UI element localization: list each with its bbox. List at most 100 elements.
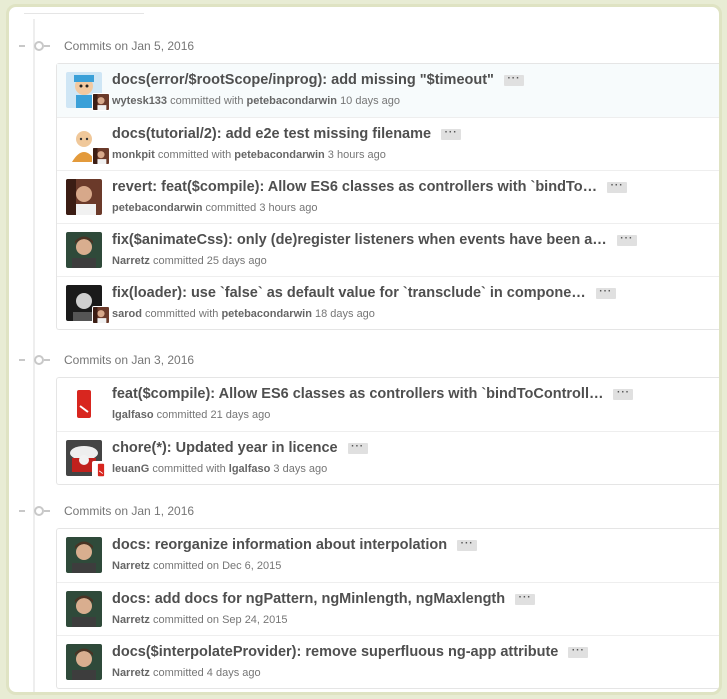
commit-author-link[interactable]: Narretz	[112, 614, 150, 626]
commit-author-link[interactable]: monkpit	[112, 149, 155, 161]
commit-time: Dec 6, 2015	[222, 560, 282, 572]
commit-time: 10 days ago	[340, 95, 400, 107]
commit-group-header: Commits on Jan 3, 2016	[19, 350, 194, 370]
committer-petebacondarwin-avatar[interactable]	[92, 147, 110, 165]
expand-message-button[interactable]: ···	[441, 127, 462, 140]
commit-group-date: Commits on Jan 5, 2016	[64, 39, 195, 53]
commit-title-link[interactable]: chore(*): Updated year in licence	[112, 440, 338, 456]
commit-author-link[interactable]: sarod	[112, 308, 142, 320]
timeline-node-icon	[34, 41, 44, 51]
commit-title-link[interactable]: docs: reorganize information about inter…	[112, 537, 447, 553]
timeline-dash	[44, 510, 50, 512]
expand-message-button[interactable]: ···	[607, 180, 628, 193]
timeline-dash	[19, 45, 25, 47]
commit-author-link[interactable]: Narretz	[112, 255, 150, 267]
commit-row[interactable]: fix(loader): use `false` as default valu…	[57, 276, 719, 329]
commit-verb: committed with	[157, 149, 232, 161]
commit-committer-link[interactable]: petebacondarwin	[247, 95, 337, 107]
expand-message-button[interactable]: ···	[503, 73, 524, 86]
commit-title-link[interactable]: docs(error/$rootScope/inprog): add missi…	[112, 72, 494, 88]
commit-title-link[interactable]: fix($animateCss): only (de)register list…	[112, 232, 607, 248]
commit-time: 3 hours ago	[259, 202, 318, 214]
commit-row[interactable]: fix($animateCss): only (de)register list…	[57, 223, 719, 276]
expand-message-button[interactable]: ···	[457, 538, 478, 551]
commit-row[interactable]: docs($interpolateProvider): remove super…	[57, 635, 719, 688]
commit-time: 4 days ago	[206, 667, 261, 679]
narretz-avatar[interactable]	[66, 591, 102, 627]
expand-message-button[interactable]: ···	[568, 645, 589, 658]
commit-author-link[interactable]: Narretz	[112, 667, 150, 679]
commit-title-link[interactable]: fix(loader): use `false` as default valu…	[112, 285, 586, 301]
timeline-node-icon	[34, 355, 44, 365]
commit-time: 21 days ago	[210, 409, 271, 421]
expand-message-button[interactable]: ···	[616, 233, 637, 246]
commit-verb: committed	[152, 255, 204, 267]
commit-author-link[interactable]: Narretz	[112, 560, 150, 572]
commit-row[interactable]: feat($compile): Allow ES6 classes as con…	[57, 378, 719, 431]
commit-verb: committed	[152, 667, 204, 679]
commit-committer-link[interactable]: petebacondarwin	[221, 308, 311, 320]
lgalfaso-avatar[interactable]	[66, 386, 102, 422]
commit-group-list: feat($compile): Allow ES6 classes as con…	[56, 377, 719, 485]
commit-group-date: Commits on Jan 3, 2016	[64, 353, 195, 367]
commit-time: 18 days ago	[314, 308, 375, 320]
timeline-dash	[44, 359, 50, 361]
expand-message-button[interactable]: ···	[515, 592, 536, 605]
commit-row[interactable]: docs(tutorial/2): add e2e test missing f…	[57, 117, 719, 170]
commit-verb: committed with	[170, 95, 244, 107]
narretz-avatar[interactable]	[66, 644, 102, 680]
commit-row[interactable]: docs: reorganize information about inter…	[57, 529, 719, 582]
commit-verb: committed on	[152, 560, 219, 572]
commit-title-link[interactable]: feat($compile): Allow ES6 classes as con…	[112, 386, 603, 402]
commit-committer-link[interactable]: petebacondarwin	[234, 149, 324, 161]
commit-row[interactable]: docs: add docs for ngPattern, ngMinlengt…	[57, 582, 719, 635]
commit-verb: committed with	[145, 308, 219, 320]
commit-time: 3 days ago	[273, 463, 328, 475]
commit-group-list: docs: reorganize information about inter…	[56, 528, 719, 689]
timeline-node-icon	[34, 506, 44, 516]
commit-group-header: Commits on Jan 1, 2016	[19, 501, 194, 521]
narretz-avatar[interactable]	[66, 537, 102, 573]
commit-verb: committed	[205, 202, 257, 214]
commit-author-link[interactable]: wytesk133	[112, 95, 167, 107]
commit-meta: lgalfaso committed 21 days ago	[112, 409, 270, 421]
commit-title-link[interactable]: docs($interpolateProvider): remove super…	[112, 644, 558, 660]
commit-verb: committed on	[152, 614, 219, 626]
petebacondarwin-avatar[interactable]	[66, 179, 102, 215]
commit-author-link[interactable]: petebacondarwin	[112, 202, 202, 214]
commit-meta: Narretz committed on Dec 6, 2015	[112, 560, 281, 572]
commit-row[interactable]: docs(error/$rootScope/inprog): add missi…	[57, 64, 719, 117]
commit-verb: committed with	[152, 463, 226, 475]
expand-message-button[interactable]: ···	[347, 441, 368, 454]
commit-author-link[interactable]: leuanG	[112, 463, 149, 475]
commit-group-list: docs(error/$rootScope/inprog): add missi…	[56, 63, 719, 330]
narretz-avatar[interactable]	[66, 232, 102, 268]
commit-history-panel: Commits on Jan 5, 2016 docs(error/$rootS…	[6, 4, 722, 695]
expand-message-button[interactable]: ···	[613, 387, 634, 400]
commit-meta: petebacondarwin committed 3 hours ago	[112, 202, 317, 214]
committer-petebacondarwin-avatar[interactable]	[92, 93, 110, 111]
divider	[24, 13, 144, 14]
commit-meta: Narretz committed 4 days ago	[112, 667, 261, 679]
commit-group-header: Commits on Jan 5, 2016	[19, 36, 194, 56]
timeline-dash	[44, 45, 50, 47]
commit-verb: committed	[156, 409, 208, 421]
commit-meta: wytesk133 committed with petebacondarwin…	[112, 95, 400, 107]
expand-message-button[interactable]: ···	[595, 286, 616, 299]
commit-row[interactable]: chore(*): Updated year in licence ··· le…	[57, 431, 719, 484]
commit-title-link[interactable]: revert: feat($compile): Allow ES6 classe…	[112, 179, 597, 195]
commit-time: 3 hours ago	[327, 149, 386, 161]
committer-lgalfaso-avatar[interactable]	[92, 461, 110, 479]
commit-meta: Narretz committed on Sep 24, 2015	[112, 614, 288, 626]
commit-meta: leuanG committed with lgalfaso 3 days ag…	[112, 463, 327, 475]
commit-time: Sep 24, 2015	[222, 614, 288, 626]
committer-petebacondarwin-avatar[interactable]	[92, 306, 110, 324]
timeline-dash	[19, 510, 25, 512]
commit-meta: Narretz committed 25 days ago	[112, 255, 267, 267]
commit-title-link[interactable]: docs(tutorial/2): add e2e test missing f…	[112, 126, 431, 142]
commit-author-link[interactable]: lgalfaso	[112, 409, 154, 421]
commit-row[interactable]: revert: feat($compile): Allow ES6 classe…	[57, 170, 719, 223]
commit-group-date: Commits on Jan 1, 2016	[64, 504, 195, 518]
commit-committer-link[interactable]: lgalfaso	[229, 463, 271, 475]
commit-title-link[interactable]: docs: add docs for ngPattern, ngMinlengt…	[112, 591, 505, 607]
